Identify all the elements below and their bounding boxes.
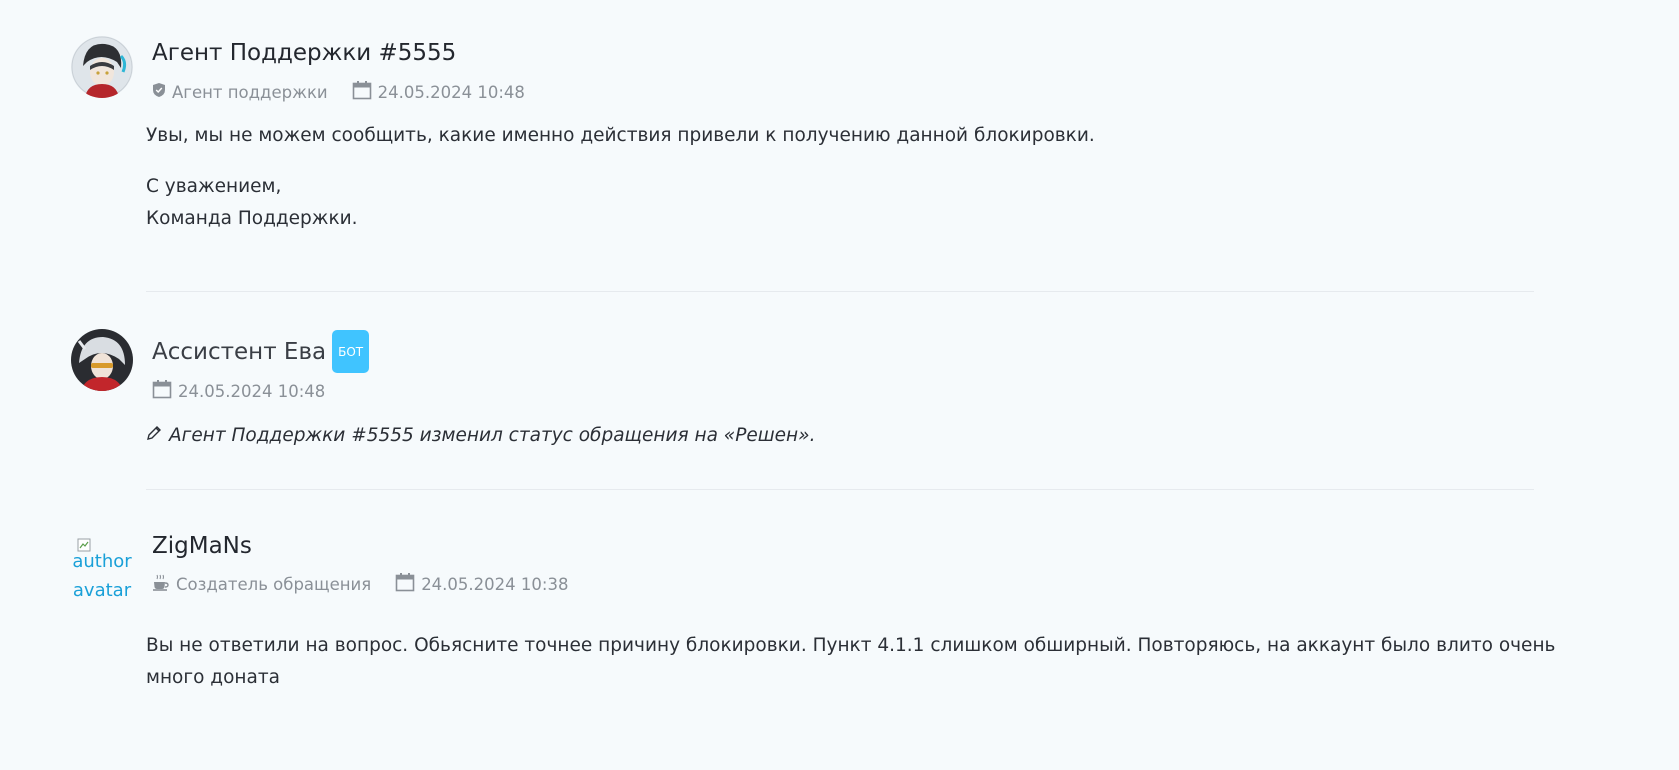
message-body: Увы, мы не можем сообщить, какие именно … [146, 120, 1095, 235]
ticket-thread: Агент Поддержки #5555 Агент поддержки 24… [0, 0, 1679, 770]
message-meta: Создатель обращения 24.05.2024 10:38 [152, 572, 568, 597]
status-change-event: Агент Поддержки #5555 изменил статус обр… [146, 425, 815, 446]
message-meta: 24.05.2024 10:48 [152, 379, 325, 404]
message-paragraph: Вы не ответили на вопрос. Обьясните точн… [146, 635, 1556, 656]
shield-icon [152, 82, 166, 103]
calendar-icon [352, 80, 372, 105]
author-role-label: Агент поддержки [172, 82, 328, 102]
avatar [71, 329, 133, 391]
coffee-cup-icon [152, 573, 170, 596]
message-paragraph: Команда Поддержки. [146, 208, 358, 229]
message-meta: Агент поддержки 24.05.2024 10:48 [152, 80, 525, 105]
author-name-label: Ассистент Ева [152, 338, 327, 365]
author-name[interactable]: Ассистент Ева БОТ [152, 330, 370, 373]
bot-badge: БОТ [332, 330, 370, 373]
author-role-label: Создатель обращения [176, 574, 372, 594]
calendar-icon [152, 379, 172, 404]
message-date: 24.05.2024 10:38 [395, 572, 568, 597]
message-paragraph: много доната [146, 667, 280, 688]
author-name[interactable]: ZigMaNs [152, 532, 252, 560]
pencil-icon [146, 425, 162, 446]
message-divider [146, 291, 1534, 292]
event-text: Агент Поддержки #5555 изменил статус обр… [169, 425, 816, 446]
author-name[interactable]: Агент Поддержки #5555 [152, 39, 456, 67]
timestamp: 24.05.2024 10:48 [178, 381, 326, 401]
message-paragraph: Увы, мы не можем сообщить, какие именно … [146, 125, 1095, 146]
message-paragraph: С уважением, [146, 176, 282, 197]
message-date: 24.05.2024 10:48 [352, 80, 525, 105]
timestamp: 24.05.2024 10:48 [377, 82, 525, 102]
author-role: Создатель обращения [152, 573, 371, 596]
broken-image-icon [77, 532, 91, 561]
message-divider [146, 489, 1534, 490]
avatar: author avatar [71, 530, 133, 610]
message-date: 24.05.2024 10:48 [152, 379, 325, 404]
author-role: Агент поддержки [152, 82, 328, 103]
avatar [71, 36, 133, 98]
message-body: Вы не ответили на вопрос. Обьясните точн… [146, 630, 1555, 694]
calendar-icon [395, 572, 415, 597]
timestamp: 24.05.2024 10:38 [421, 574, 569, 594]
